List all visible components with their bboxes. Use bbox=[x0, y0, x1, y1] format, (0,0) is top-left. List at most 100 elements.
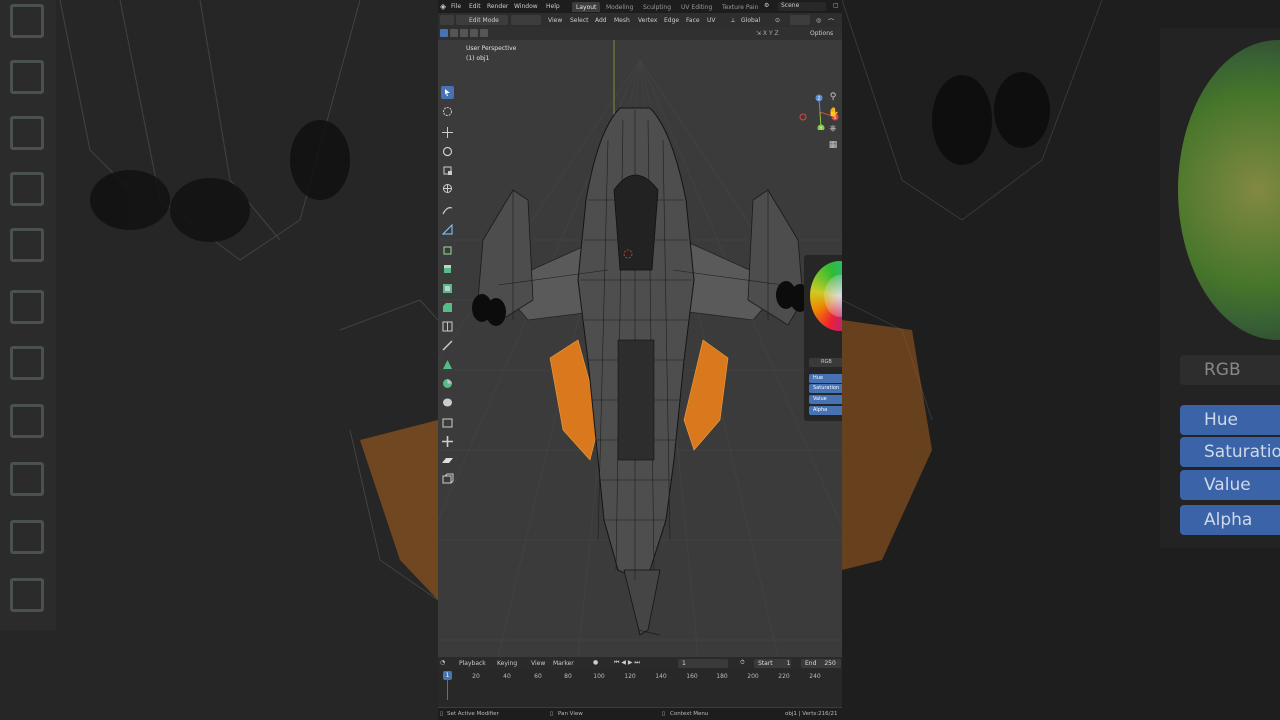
viewport-header: Edit Mode View Select Add Mesh Vertex Ed… bbox=[438, 13, 842, 27]
options-button[interactable]: Options bbox=[810, 30, 833, 37]
inset-tool-icon[interactable] bbox=[441, 282, 454, 295]
mouse-right-icon: ▯ bbox=[662, 711, 666, 717]
current-frame-field[interactable]: 1 bbox=[678, 659, 728, 668]
menu-render[interactable]: Render bbox=[487, 3, 508, 10]
scene-selector[interactable]: Scene bbox=[778, 2, 826, 11]
pivot-icon[interactable]: ⊙ bbox=[775, 17, 780, 24]
tab-modeling[interactable]: Modeling bbox=[602, 2, 637, 12]
header-menu-vertex[interactable]: Vertex bbox=[638, 17, 657, 24]
add-cube-tool-icon[interactable] bbox=[441, 244, 454, 257]
active-object-label: (1) obj1 bbox=[466, 55, 490, 62]
backdrop-right: RGB Hue Saturation Value Alpha bbox=[842, 0, 1280, 720]
start-value: 1 bbox=[786, 660, 791, 667]
blender-window: ◈ File Edit Render Window Help Layout Mo… bbox=[438, 0, 842, 720]
menu-window[interactable]: Window bbox=[514, 3, 538, 10]
overlay-icon[interactable]: ⌒ bbox=[828, 17, 834, 26]
record-icon[interactable]: ● bbox=[593, 659, 598, 666]
header-menu-add[interactable]: Add bbox=[595, 17, 607, 24]
hue-field[interactable]: Hue bbox=[809, 374, 842, 383]
axis-lock-icons[interactable]: ⇲ X Y Z bbox=[756, 30, 779, 37]
timeline-header: ◔ Playback Keying View Marker ● ⏮ ◀ ▶ ⏭ … bbox=[438, 657, 842, 669]
timeline-menu-view[interactable]: View bbox=[531, 660, 545, 667]
scene-icon[interactable]: ⚙ bbox=[764, 2, 769, 9]
color-picker-panel: RGB Hue Saturation Value Alpha bbox=[804, 255, 842, 421]
timeline-menu-playback[interactable]: Playback bbox=[459, 660, 486, 667]
view-layer-icon[interactable]: ▢ bbox=[833, 2, 839, 9]
playback-controls[interactable]: ⏮ ◀ ▶ ⏭ bbox=[614, 659, 640, 667]
bevel-tool-icon[interactable] bbox=[441, 301, 454, 314]
start-frame-field[interactable]: Start 1 bbox=[754, 659, 791, 668]
snap-toggle[interactable] bbox=[790, 15, 810, 25]
select-box-tool-icon[interactable] bbox=[441, 86, 454, 99]
edge-slide-tool-icon[interactable] bbox=[441, 416, 454, 429]
shear-tool-icon[interactable] bbox=[441, 454, 454, 467]
camera-view-icon[interactable]: ⎈ bbox=[828, 124, 838, 134]
gizmo-neg-x[interactable] bbox=[799, 113, 807, 121]
pan-hand-icon[interactable]: ✋ bbox=[828, 108, 839, 118]
scale-tool-icon[interactable] bbox=[441, 164, 454, 177]
menu-file[interactable]: File bbox=[451, 3, 461, 10]
spin-tool-icon[interactable] bbox=[441, 377, 454, 390]
zoom-icon[interactable]: ⚲ bbox=[828, 92, 838, 102]
value-field[interactable]: Value bbox=[809, 395, 842, 404]
select-new-icon[interactable] bbox=[440, 29, 448, 37]
timeline-editor-icon[interactable]: ◔ bbox=[440, 659, 445, 666]
tab-sculpting[interactable]: Sculpting bbox=[639, 2, 675, 12]
select-extend-icon[interactable] bbox=[450, 29, 458, 37]
transform-orientation-icon[interactable]: ⟂ bbox=[731, 17, 735, 25]
header-menu-edge[interactable]: Edge bbox=[664, 17, 679, 24]
shrink-fatten-tool-icon[interactable] bbox=[441, 435, 454, 448]
cursor-tool-icon[interactable] bbox=[441, 105, 454, 118]
editor-type-icon[interactable] bbox=[440, 15, 454, 25]
timeline[interactable]: 1 20 40 60 80 100 120 140 160 180 200 22… bbox=[438, 669, 842, 707]
select-invert-icon[interactable] bbox=[470, 29, 478, 37]
perspective-grid-icon[interactable]: ▦ bbox=[828, 140, 838, 150]
move-tool-icon[interactable] bbox=[441, 126, 454, 139]
tool-shelf bbox=[440, 86, 456, 486]
tab-layout[interactable]: Layout bbox=[572, 2, 601, 12]
tab-uv-editing[interactable]: UV Editing bbox=[677, 2, 716, 12]
header-menu-uv[interactable]: UV bbox=[707, 17, 716, 24]
tab-texture-paint[interactable]: Texture Pain bbox=[718, 2, 762, 12]
header-menu-select[interactable]: Select bbox=[570, 17, 589, 24]
playhead-line bbox=[447, 680, 448, 700]
saturation-field[interactable]: Saturation bbox=[809, 384, 842, 393]
menu-help[interactable]: Help bbox=[546, 3, 560, 10]
blender-logo-icon[interactable]: ◈ bbox=[440, 2, 446, 11]
timeline-tick: 40 bbox=[503, 673, 511, 680]
color-wheel[interactable] bbox=[810, 261, 842, 331]
timeline-menu-keying[interactable]: Keying bbox=[497, 660, 517, 667]
select-intersect-icon[interactable] bbox=[480, 29, 488, 37]
select-subtract-icon[interactable] bbox=[460, 29, 468, 37]
poly-build-tool-icon[interactable] bbox=[441, 358, 454, 371]
rotate-tool-icon[interactable] bbox=[441, 145, 454, 158]
smooth-tool-icon[interactable] bbox=[441, 396, 454, 409]
alpha-field[interactable]: Alpha bbox=[809, 406, 842, 415]
loop-cut-tool-icon[interactable] bbox=[441, 320, 454, 333]
preview-range-icon[interactable]: ⏱ bbox=[740, 659, 745, 667]
rip-region-tool-icon[interactable] bbox=[441, 473, 454, 486]
tool-settings-bar: ⇲ X Y Z Options bbox=[438, 27, 842, 40]
header-menu-mesh[interactable]: Mesh bbox=[614, 17, 630, 24]
current-frame-indicator[interactable]: 1 bbox=[443, 671, 452, 680]
annotate-tool-icon[interactable] bbox=[441, 204, 454, 217]
timeline-tick: 120 bbox=[624, 673, 636, 680]
rgb-mode-button[interactable]: RGB bbox=[809, 358, 842, 367]
backdrop-left-mesh bbox=[59, 0, 438, 601]
menu-edit[interactable]: Edit bbox=[469, 3, 481, 10]
transform-tool-icon[interactable] bbox=[441, 182, 454, 195]
timeline-menu-marker[interactable]: Marker bbox=[553, 660, 574, 667]
header-menu-view[interactable]: View bbox=[548, 17, 562, 24]
start-label: Start bbox=[758, 660, 773, 667]
timeline-tick: 180 bbox=[716, 673, 728, 680]
end-value: 250 bbox=[824, 660, 836, 667]
orientation-selector[interactable]: Global bbox=[741, 17, 760, 24]
proportional-edit-icon[interactable]: ◎ bbox=[816, 17, 821, 24]
knife-tool-icon[interactable] bbox=[441, 339, 454, 352]
3d-viewport[interactable]: User Perspective (1) obj1 Z X Y ⚲ ✋ ⎈ ▦ … bbox=[438, 40, 842, 657]
measure-tool-icon[interactable] bbox=[441, 223, 454, 236]
select-mode-buttons[interactable] bbox=[511, 15, 541, 25]
end-frame-field[interactable]: End 250 bbox=[801, 659, 841, 668]
extrude-tool-icon[interactable] bbox=[441, 263, 454, 276]
header-menu-face[interactable]: Face bbox=[686, 17, 700, 24]
